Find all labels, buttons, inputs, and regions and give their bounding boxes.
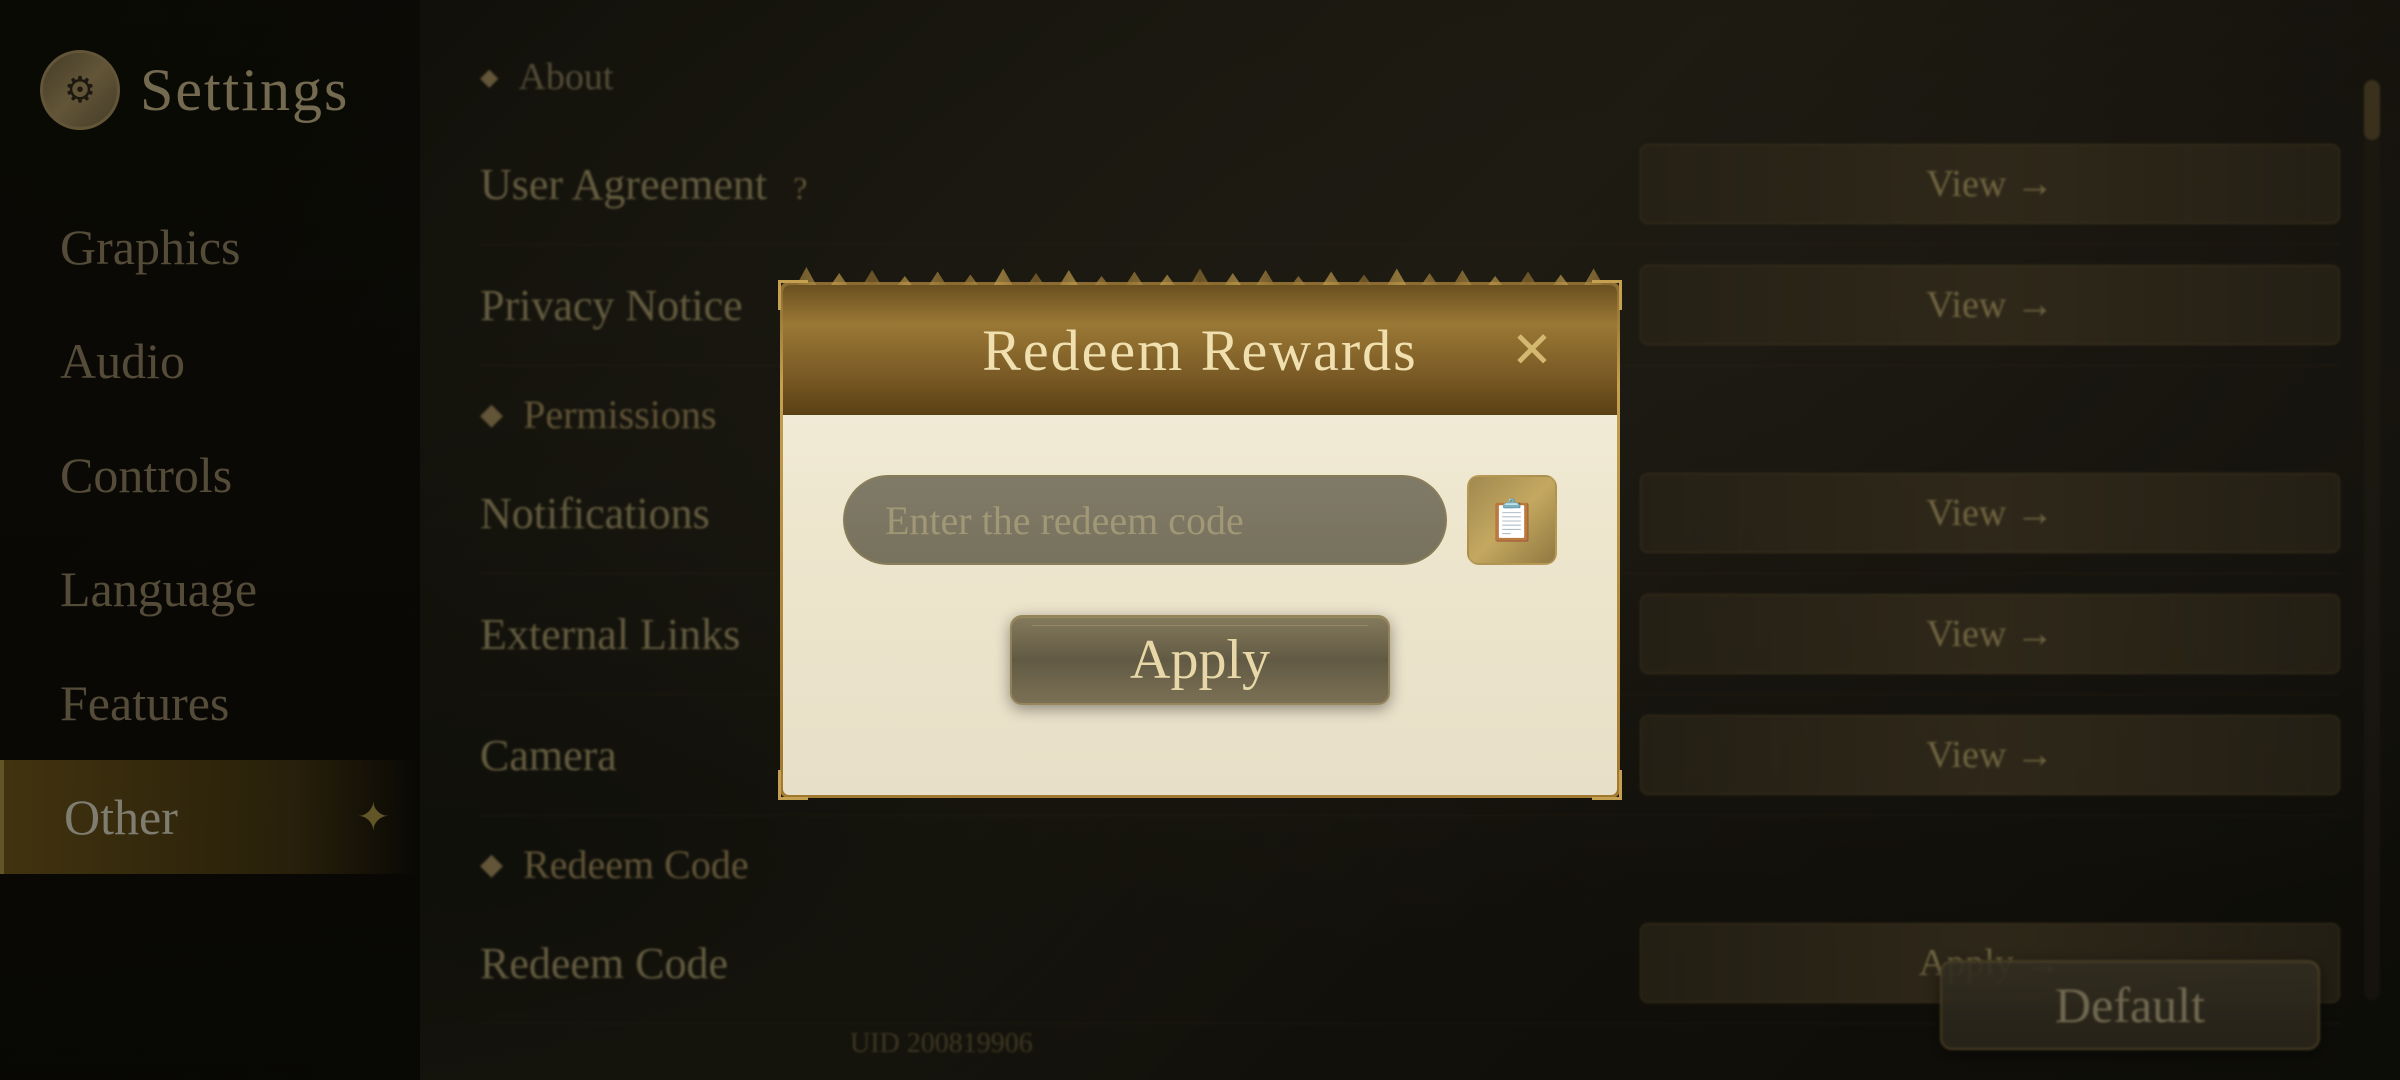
paste-icon: 📋 — [1487, 497, 1537, 544]
redeem-code-input[interactable] — [843, 475, 1447, 565]
modal-close-button[interactable]: ✕ — [1497, 315, 1567, 385]
modal-frame: Redeem Rewards ✕ 📋 — [780, 282, 1620, 798]
modal-header: Redeem Rewards ✕ — [783, 285, 1617, 415]
paste-button[interactable]: 📋 — [1467, 475, 1557, 565]
modal-apply-button[interactable]: Apply — [1010, 615, 1390, 705]
modal-body: 📋 Apply — [783, 415, 1617, 745]
close-x-icon: ✕ — [1511, 321, 1553, 379]
code-input-row: 📋 — [843, 475, 1557, 565]
modal-overlay[interactable]: Redeem Rewards ✕ 📋 — [0, 0, 2400, 1080]
modal-inner: Redeem Rewards ✕ 📋 — [783, 285, 1617, 795]
modal-title: Redeem Rewards — [903, 317, 1497, 384]
redeem-rewards-modal: Redeem Rewards ✕ 📋 — [780, 282, 1620, 798]
